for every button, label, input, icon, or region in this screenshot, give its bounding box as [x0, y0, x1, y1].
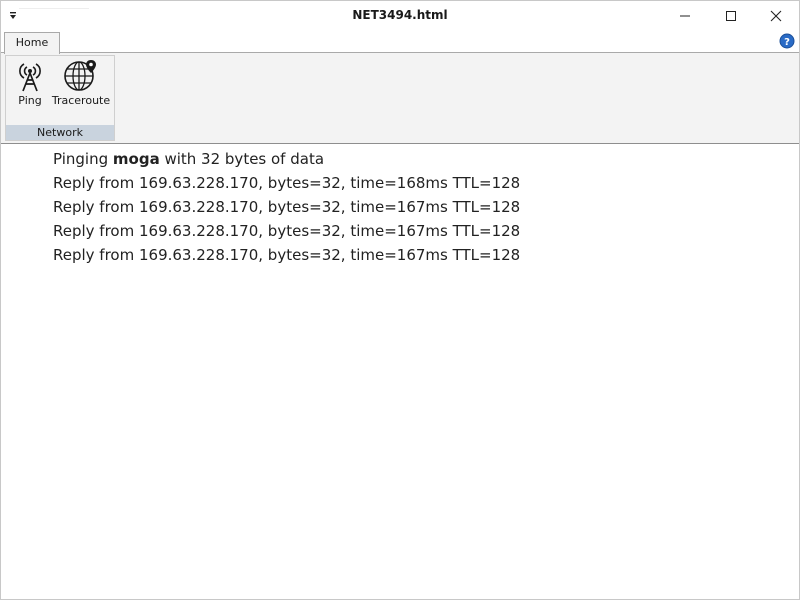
traceroute-label: Traceroute [51, 94, 111, 107]
maximize-icon [726, 11, 736, 21]
ping-prefix: Pinging [53, 150, 109, 168]
ribbon-tab-strip: Home ? [1, 31, 799, 54]
ping-host: moga [112, 150, 160, 168]
close-button[interactable] [753, 1, 799, 31]
traceroute-button[interactable]: Traceroute [52, 58, 110, 114]
ribbon-group-network: Ping Traceroute Network [5, 55, 115, 141]
ping-button[interactable]: Ping [14, 58, 46, 114]
antenna-tower-icon [19, 63, 41, 92]
ping-output: Pinging moga with 32 bytes of data Reply… [53, 147, 753, 267]
close-icon [770, 10, 782, 22]
ping-suffix: with 32 bytes of data [164, 150, 325, 168]
globe-pin-icon [64, 60, 96, 91]
ribbon-panel: Ping Traceroute Network [1, 52, 799, 144]
reply-line: Reply from 169.63.228.170, bytes=32, tim… [53, 246, 521, 264]
title-bar: NET3494.html [1, 1, 799, 31]
minimize-icon [680, 15, 690, 17]
minimize-button[interactable] [662, 1, 708, 31]
maximize-button[interactable] [708, 1, 754, 31]
svg-text:?: ? [784, 37, 790, 48]
help-icon[interactable]: ? [779, 33, 795, 49]
reply-line: Reply from 169.63.228.170, bytes=32, tim… [53, 198, 521, 216]
app-window: NET3494.html Home ? Ping Traceroute Netw… [0, 0, 800, 600]
ping-header-line: Pinging moga with 32 bytes of data [53, 147, 753, 171]
reply-line: Reply from 169.63.228.170, bytes=32, tim… [53, 174, 521, 192]
reply-line: Reply from 169.63.228.170, bytes=32, tim… [53, 222, 521, 240]
ping-label: Ping [18, 94, 42, 107]
tab-home[interactable]: Home [4, 32, 60, 54]
ribbon-group-label: Network [6, 125, 114, 140]
